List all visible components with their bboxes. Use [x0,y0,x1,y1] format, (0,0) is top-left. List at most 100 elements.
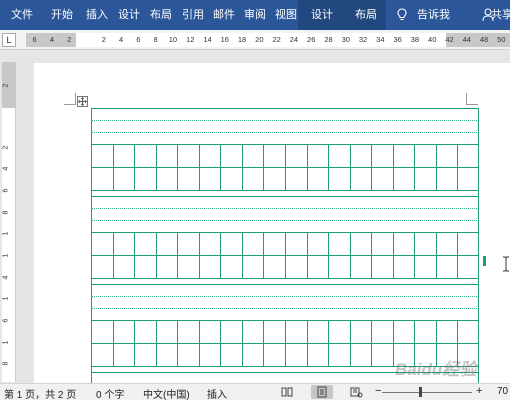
share-button[interactable]: 共享 [491,0,510,30]
tab-file[interactable]: 文件 [6,0,38,30]
tab-selector[interactable]: L [2,33,16,47]
tab-layout[interactable]: 布局 [145,0,177,30]
zoom-level[interactable]: 70 [497,386,508,397]
vertical-ruler[interactable]: 2 2 4 6 8 1 1 4 1 6 1 8 [2,62,16,382]
pinyin-top-line [91,196,479,197]
hanzi-cell-divider [371,232,373,278]
tab-references[interactable]: 引用 [177,0,209,30]
ruler-tick-label: 42 [445,35,454,44]
ruler-tick-label: 4 [49,35,55,44]
hanzi-cell-divider [155,232,157,278]
ruler-tick-label: 2 [101,35,106,44]
ruler-tick-label: 38 [410,35,420,44]
crop-mark [466,93,478,105]
zoom-in-button[interactable]: + [476,385,482,397]
hanzi-cell-divider [134,144,136,190]
ruler-tick-label: 30 [341,35,350,44]
horizontal-ruler-row: L 6 4 2 2 4 6 8 10 12 14 16 18 20 22 24 26 28 30 32 34 36 38 4… [0,30,510,50]
hanzi-cell-divider [414,232,416,278]
hanzi-row-bottom [91,190,479,191]
language-indicator[interactable]: 中文(中国) [143,386,190,400]
tab-table-layout[interactable]: 布局 [350,0,382,30]
hanzi-cell-divider [435,144,437,190]
hanzi-cell-divider [263,232,265,278]
ruler-tick-label: 36 [393,35,402,44]
grid-left-border [91,108,92,383]
hanzi-row-bottom [91,278,479,279]
lightbulb-icon [397,8,407,21]
hanzi-cell-divider [349,320,351,366]
hanzi-cell-divider [241,320,243,366]
zoom-slider-thumb[interactable] [419,387,422,397]
hanzi-cell-divider [263,320,265,366]
hanzi-cell-divider [328,232,330,278]
vertical-ruler-tick-label: 8 [2,210,10,215]
zoom-out-button[interactable]: − [375,385,381,397]
hanzi-cell-divider [198,320,200,366]
document-canvas[interactable] [20,51,510,383]
pinyin-top-line [91,284,479,285]
hanzi-cell-divider [155,320,157,366]
hanzi-cell-divider [285,232,286,278]
pinyin-guide-line [91,132,479,133]
tab-review[interactable]: 审阅 [239,0,271,30]
table-move-handle[interactable] [77,96,88,107]
hanzi-cell-divider [285,320,286,366]
pinyin-top-line [91,108,479,109]
hanzi-cell-divider [177,320,179,366]
pinyin-guide-line [91,220,479,221]
ibeam-cursor-icon [503,256,509,272]
ruler-tick-label: 8 [153,35,158,44]
hanzi-cell-divider [198,232,200,278]
ruler-tick-label: 4 [118,35,124,44]
move-arrows-icon [78,97,87,106]
horizontal-ruler[interactable]: 6 4 2 2 4 6 8 10 12 14 16 18 20 22 24 26 28 30 32 34 36 38 40 4… [26,33,510,47]
hanzi-cell-divider [349,232,351,278]
ruler-tick-label: 2 [67,35,72,44]
vertical-ruler-tick-label: 1 [2,253,10,258]
tab-home[interactable]: 开始 [46,0,78,30]
ruler-tick-label: 28 [324,35,333,44]
ruler-tick-label: 6 [136,35,141,44]
tab-mailings[interactable]: 邮件 [208,0,240,30]
ruler-tick-label: 10 [168,35,178,44]
table-resize-marker[interactable] [483,256,486,266]
ruler-tick-label: 50 [497,35,506,44]
hanzi-cell-divider [435,232,437,278]
hanzi-cell-divider [112,320,114,366]
hanzi-cell-divider [112,144,114,190]
hanzi-cell-divider [349,144,351,190]
word-count[interactable]: 0 个字 [96,386,124,400]
page-count[interactable]: 第 1 页，共 2 页 [4,386,76,400]
ruler-tick-label: 18 [237,35,247,44]
vertical-ruler-tick-label: 4 [2,275,10,280]
tab-table-design[interactable]: 设计 [306,0,338,30]
status-bar: 第 1 页，共 2 页 0 个字 中文(中国) 插入 − + 70 [0,383,510,400]
web-layout-view-button[interactable] [345,385,367,399]
tab-design[interactable]: 设计 [113,0,145,30]
hanzi-cell-divider [414,144,416,190]
hanzi-cell-divider [220,144,222,190]
ruler-tick-label: 6 [32,35,37,44]
ruler-tick-label: 22 [272,35,281,44]
zoom-slider[interactable] [382,392,472,393]
hanzi-cell-divider [220,320,222,366]
ruler-tick-label: 24 [289,35,299,44]
watermark: Baidu经验 [395,360,477,379]
hanzi-cell-divider [155,144,157,190]
hanzi-cell-divider [392,320,394,366]
tell-me-search[interactable]: 告诉我 [412,0,455,30]
ruler-tick-label: 20 [255,35,264,44]
hanzi-cell-divider [371,320,373,366]
grid-right-border [478,108,479,383]
hanzi-cell-divider [328,320,330,366]
read-mode-view-button[interactable] [276,385,298,399]
pinyin-grid-table[interactable] [91,108,479,383]
page-icon [317,386,327,398]
document-page[interactable] [34,63,510,383]
print-layout-view-button[interactable] [311,385,333,399]
tab-insert[interactable]: 插入 [81,0,113,30]
hanzi-cell-divider [241,232,243,278]
tab-view[interactable]: 视图 [270,0,302,30]
insert-mode[interactable]: 插入 [207,386,227,400]
